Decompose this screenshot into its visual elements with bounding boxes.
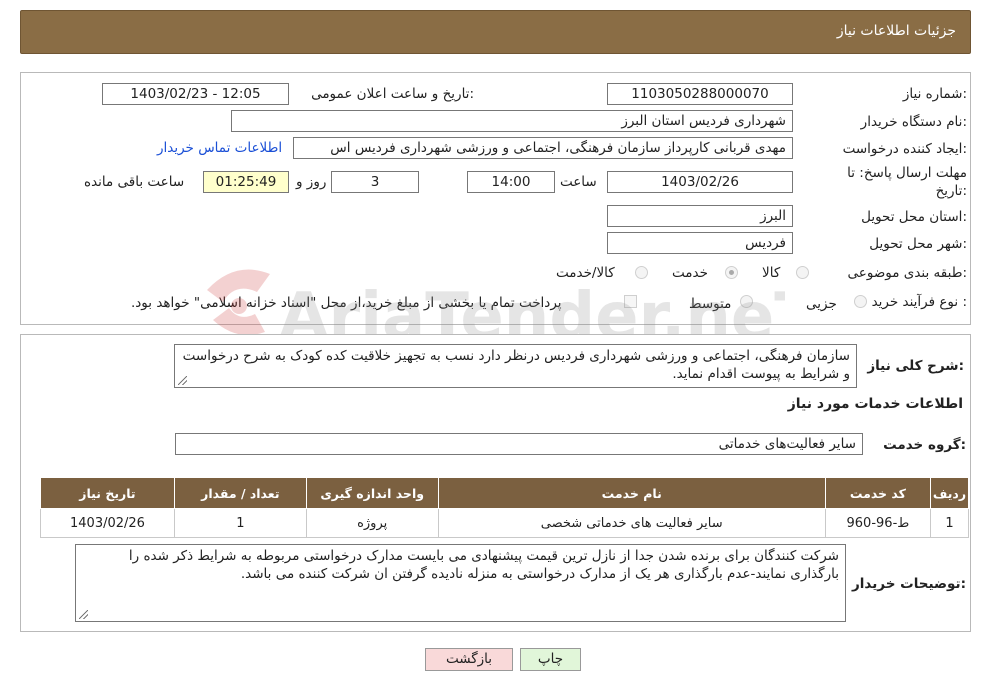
table-row: 1 ط-96-960 سایر فعالیت های خدماتی شخصی پ…	[40, 508, 970, 538]
purchase-radio-minor[interactable]	[854, 295, 867, 308]
remaining-time-field: 01:25:49	[203, 171, 289, 193]
deadline-label-line1: مهلت ارسال پاسخ: تا	[847, 165, 967, 181]
category-radio-goods-service[interactable]	[635, 266, 648, 279]
cell-unit: پروژه	[305, 508, 439, 538]
print-button[interactable]: چاپ	[520, 648, 581, 671]
remaining-time-label: ساعت باقی مانده	[84, 174, 185, 190]
back-button[interactable]: بازگشت	[425, 648, 513, 671]
col-row-number: ردیف	[929, 477, 970, 509]
purchase-type-label: نوع فرآیند خرید :	[871, 294, 967, 310]
services-table: ردیف کد خدمت نام خدمت واحد اندازه گیری ت…	[40, 477, 970, 538]
purchase-option-minor: جزیی	[806, 296, 837, 312]
summary-label: شرح کلی نیاز:	[867, 358, 964, 374]
buyer-contact-link[interactable]: اطلاعات تماس خریدار	[157, 140, 282, 156]
cell-service-code: ط-96-960	[824, 508, 931, 538]
resize-grip-icon[interactable]	[178, 376, 187, 385]
buyer-notes-text: شرکت کنندگان برای برنده شدن جدا از نازل …	[128, 548, 839, 582]
col-service-code: کد خدمت	[824, 477, 931, 509]
buyer-notes-textarea[interactable]: شرکت کنندگان برای برنده شدن جدا از نازل …	[75, 544, 846, 622]
summary-textarea[interactable]: سازمان فرهنگی، اجتماعی و ورزشی شهرداری ف…	[174, 344, 857, 388]
page-title: جزئیات اطلاعات نیاز	[836, 23, 956, 39]
services-section-title: اطلاعات خدمات مورد نیاز	[787, 396, 963, 412]
city-label: شهر محل تحویل:	[869, 236, 967, 252]
col-unit: واحد اندازه گیری	[305, 477, 439, 509]
days-field[interactable]: 3	[331, 171, 419, 193]
requester-field[interactable]: مهدی قربانی کارپرداز سازمان فرهنگی، اجتم…	[293, 137, 793, 159]
category-option-goods-service: کالا/خدمت	[556, 265, 615, 281]
cell-row-number: 1	[929, 508, 970, 538]
need-number-label: شماره نیاز:	[902, 86, 967, 102]
buyer-notes-label: توضیحات خریدار:	[852, 576, 966, 592]
buyer-org-label: نام دستگاه خریدار:	[860, 114, 967, 130]
buyer-org-field[interactable]: شهرداری فردیس استان البرز	[231, 110, 793, 132]
category-radio-goods[interactable]	[796, 266, 809, 279]
need-number-field[interactable]: 1103050288000070	[607, 83, 793, 105]
category-option-goods: کالا	[762, 265, 781, 281]
announce-field[interactable]: 1403/02/23 - 12:05	[102, 83, 289, 105]
category-option-service: خدمت	[672, 265, 708, 281]
requester-label: ایجاد کننده درخواست:	[842, 141, 967, 157]
treasury-bonds-checkbox[interactable]	[624, 295, 637, 308]
announce-label: تاریخ و ساعت اعلان عمومی:	[311, 86, 474, 102]
cell-service-name: سایر فعالیت های خدماتی شخصی	[437, 508, 826, 538]
category-label: طبقه بندی موضوعی:	[847, 265, 967, 281]
col-need-date: تاریخ نیاز	[40, 477, 175, 509]
deadline-label-line2: تاریخ:	[935, 183, 967, 199]
resize-grip-icon[interactable]	[79, 610, 88, 619]
summary-text: سازمان فرهنگی، اجتماعی و ورزشی شهرداری ف…	[182, 348, 850, 382]
province-label: استان محل تحویل:	[861, 209, 967, 225]
service-group-field[interactable]: سایر فعالیت‌های خدماتی	[175, 433, 863, 455]
col-quantity: تعداد / مقدار	[173, 477, 307, 509]
purchase-option-medium: متوسط	[689, 296, 732, 312]
service-group-label: گروه خدمت:	[883, 437, 966, 453]
services-table-header: ردیف کد خدمت نام خدمت واحد اندازه گیری ت…	[40, 477, 970, 509]
category-radio-service[interactable]	[725, 266, 738, 279]
page-header: جزئیات اطلاعات نیاز	[20, 10, 971, 54]
col-service-name: نام خدمت	[437, 477, 826, 509]
days-label: روز و	[296, 174, 327, 190]
cell-need-date: 1403/02/26	[40, 508, 175, 538]
treasury-bonds-note: پرداخت تمام یا بخشی از مبلغ خرید،از محل …	[131, 295, 562, 311]
purchase-radio-medium[interactable]	[740, 295, 753, 308]
cell-quantity: 1	[173, 508, 307, 538]
province-field[interactable]: البرز	[607, 205, 793, 227]
deadline-date-field[interactable]: 1403/02/26	[607, 171, 793, 193]
city-field[interactable]: فردیس	[607, 232, 793, 254]
deadline-time-field[interactable]: 14:00	[467, 171, 555, 193]
deadline-time-label: ساعت	[560, 174, 597, 190]
